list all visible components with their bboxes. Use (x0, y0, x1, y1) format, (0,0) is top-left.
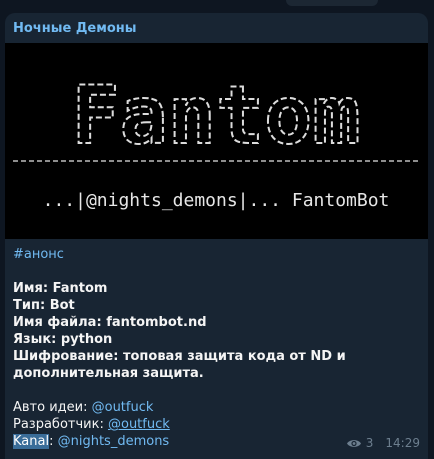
message-text: #анонс Имя: Fantom Тип: Bot Имя файла: f… (13, 246, 413, 450)
banner-image[interactable]: Fantom ...|@nights_demons|... FantomBot (5, 43, 428, 239)
eye-icon (346, 439, 361, 447)
field-type: Тип: Bot (13, 298, 75, 313)
credit-developer: Разработчик: @outfuck (13, 417, 170, 432)
field-language: Язык: python (13, 332, 113, 347)
credit-ideas: Авто идеи: @outfuck (13, 400, 154, 415)
selected-text[interactable]: Kanal (13, 434, 50, 449)
message-bubble[interactable]: Ночные Демоны Fantom ...|@nights_demons|… (5, 13, 428, 459)
banner-tagline: ...|@nights_demons|... FantomBot (43, 190, 390, 211)
view-count: 3 (365, 436, 374, 450)
message-time: 14:29 (385, 436, 420, 450)
ideas-mention-link[interactable]: @outfuck (92, 400, 154, 415)
channel-mention-link[interactable]: @nights_demons (58, 434, 170, 449)
developer-mention-link[interactable]: @outfuck (108, 417, 170, 432)
field-filename: Имя файла: fantombot.nd (13, 315, 207, 330)
logo-text: Fantom (72, 69, 361, 162)
field-encryption-cont: дополнительная защита. (13, 366, 204, 381)
field-name: Имя: Fantom (13, 281, 108, 296)
ascii-logo: Fantom ...|@nights_demons|... FantomBot (13, 68, 420, 211)
hashtag-link[interactable]: #анонс (13, 246, 413, 263)
message-meta: 3 14:29 (346, 436, 420, 450)
top-strip (0, 0, 434, 10)
field-encryption: Шифрование: топовая защита кода от ND и (13, 349, 346, 364)
previous-message-edge (286, 0, 378, 6)
sender-name[interactable]: Ночные Демоны (13, 21, 137, 36)
